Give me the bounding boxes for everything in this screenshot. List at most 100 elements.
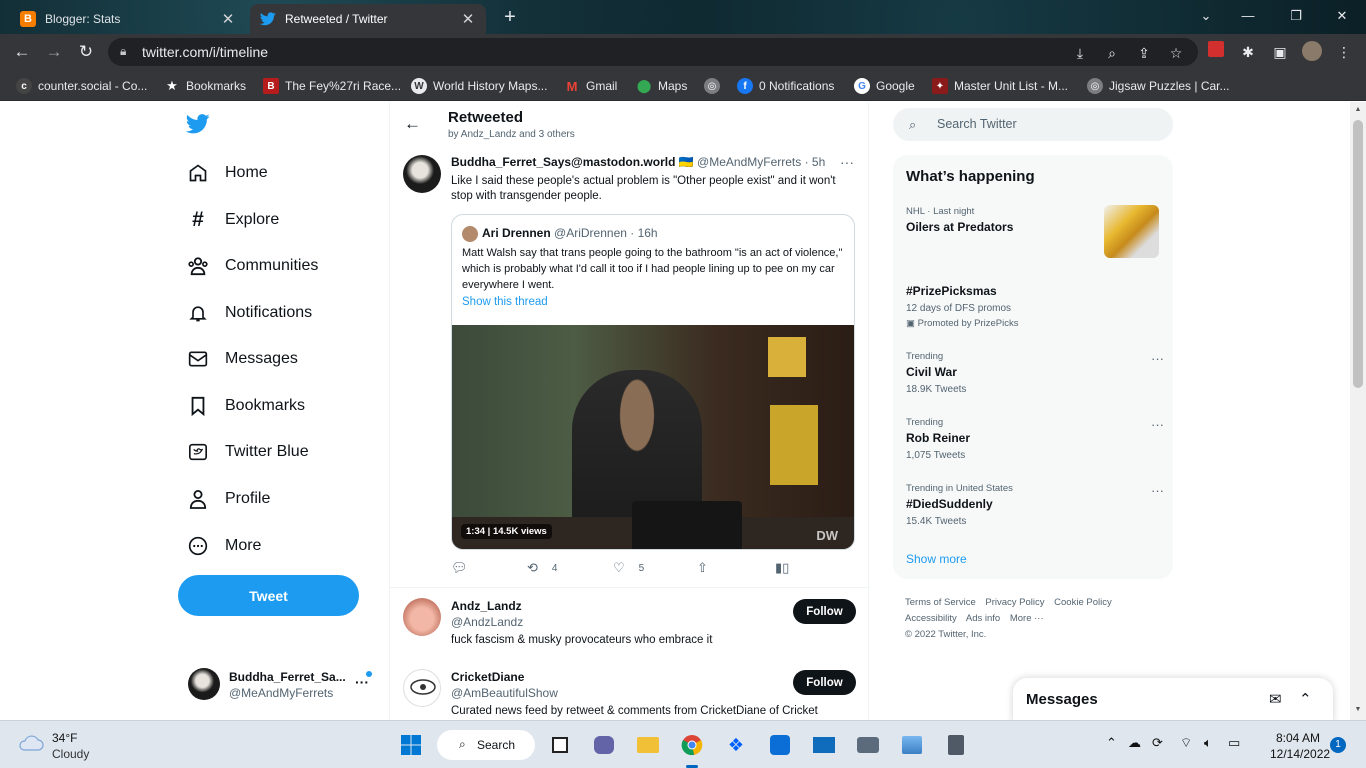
bookmark-master-unit-list[interactable]: ✦ Master Unit List - M... <box>932 76 1068 96</box>
tweet-author-avatar[interactable] <box>403 155 441 193</box>
onedrive-icon[interactable]: ☁ <box>1128 735 1141 751</box>
lock-icon[interactable]: 🔒︎ <box>120 44 126 59</box>
analytics-button[interactable]: ▮▯ <box>775 560 803 576</box>
sidebar-item-home[interactable]: Home <box>186 159 268 187</box>
bookmark-gmail[interactable]: M Gmail <box>564 76 618 96</box>
chrome-icon[interactable] <box>678 731 706 759</box>
tweet-button[interactable]: Tweet <box>178 575 359 616</box>
acrobat-extension-icon[interactable] <box>1206 41 1226 63</box>
tweet-more-icon[interactable]: ··· <box>840 154 854 170</box>
more-link[interactable]: More ··· <box>1010 613 1044 624</box>
back-icon[interactable]: ← <box>10 40 34 64</box>
tweet-author-name[interactable]: Buddha_Ferret_Says@mastodon.world 🇺🇦 <box>451 155 694 169</box>
terms-link[interactable]: Terms of Service <box>905 597 976 608</box>
messages-drawer[interactable]: Messages ✉ ⌃ <box>1013 678 1333 720</box>
camera-icon[interactable] <box>854 731 882 759</box>
signal-app-icon[interactable] <box>766 731 794 759</box>
reload-icon[interactable]: ↻ <box>74 40 98 64</box>
bookmark-google[interactable]: G Google <box>854 76 915 96</box>
tab-blogger-stats[interactable]: B Blogger: Stats ✕ <box>10 4 246 34</box>
extensions-puzzle-icon[interactable]: ✱ <box>1238 41 1258 63</box>
bookmark-notifications[interactable]: f0 Notifications <box>737 76 834 96</box>
bookmark-world-history-maps[interactable]: W World History Maps... <box>411 76 547 96</box>
show-thread-link[interactable]: Show this thread <box>462 296 548 308</box>
bookmark-feyri-race[interactable]: B The Fey%27ri Race... <box>263 76 401 96</box>
more-dots-icon[interactable]: ··· <box>1151 351 1164 366</box>
side-panel-icon[interactable]: ▣ <box>1270 41 1290 63</box>
sidebar-item-notifications[interactable]: Notifications <box>186 299 312 327</box>
sidebar-item-twitter-blue[interactable]: Twitter Blue <box>186 438 309 466</box>
bookmark-bookmarks[interactable]: ★ Bookmarks <box>164 76 246 96</box>
tray-chevron-icon[interactable]: ⌃ <box>1106 735 1117 751</box>
volume-icon[interactable]: 🔈︎ <box>1204 735 1212 751</box>
ads-info-link[interactable]: Ads info <box>966 613 1000 624</box>
twitter-logo-icon[interactable] <box>185 114 212 136</box>
scroll-up-icon[interactable]: ▲ <box>1353 106 1363 113</box>
bookmark-star-icon[interactable]: ☆ <box>1166 44 1186 62</box>
trend-item[interactable]: Trending Rob Reiner 1,075 Tweets ··· <box>906 417 1164 461</box>
install-icon[interactable]: ⤓ <box>1070 44 1090 62</box>
page-scrollbar[interactable]: ▲ ▼ <box>1350 102 1366 720</box>
calculator-icon[interactable] <box>942 731 970 759</box>
cloud-icon[interactable] <box>18 734 44 752</box>
sync-icon[interactable]: ⟳ <box>1152 735 1163 751</box>
scroll-down-icon[interactable]: ▼ <box>1353 706 1363 713</box>
follow-button[interactable]: Follow <box>793 670 856 695</box>
bookmark-globe[interactable]: ◎ <box>704 76 726 96</box>
close-window-icon[interactable]: ✕ <box>1322 4 1362 28</box>
retweet-button[interactable]: ⟲ 4 <box>527 560 557 576</box>
video-player[interactable]: 1:34 | 14.5K views DW <box>452 325 854 549</box>
new-tab-button[interactable]: + <box>498 6 522 30</box>
tab-retweeted-twitter[interactable]: Retweeted / Twitter ✕ <box>250 4 486 34</box>
privacy-link[interactable]: Privacy Policy <box>985 597 1044 608</box>
restore-icon[interactable]: ❐ <box>1276 4 1316 28</box>
like-button[interactable]: ♡ 5 <box>613 560 644 576</box>
bookmark-counter-social[interactable]: c counter.social - Co... <box>16 76 147 96</box>
user-name[interactable]: Andz_Landz <box>451 599 522 613</box>
bookmark-jigsaw-puzzles[interactable]: ◎ Jigsaw Puzzles | Car... <box>1087 76 1230 96</box>
minimize-icon[interactable]: — <box>1228 4 1268 28</box>
notification-badge[interactable]: 1 <box>1330 737 1346 753</box>
quoted-tweet[interactable]: Ari Drennen @AriDrennen · 16h Matt Walsh… <box>451 214 855 550</box>
avatar[interactable] <box>403 669 441 707</box>
sidebar-item-messages[interactable]: Messages <box>186 345 298 373</box>
scrollbar-thumb[interactable] <box>1353 120 1363 388</box>
task-view-icon[interactable] <box>546 731 574 759</box>
teams-chat-icon[interactable] <box>590 731 618 759</box>
windows-start-icon[interactable] <box>397 731 425 759</box>
bookmark-maps[interactable]: ⬤ Maps <box>636 76 688 96</box>
expand-chevron-icon[interactable]: ⌃ <box>1299 690 1312 708</box>
share-icon[interactable]: ⇪ <box>1134 44 1154 62</box>
file-explorer-icon[interactable] <box>634 731 662 759</box>
system-clock[interactable]: 8:04 AM 12/14/2022 <box>1270 730 1330 762</box>
photos-icon[interactable] <box>898 731 926 759</box>
account-switcher[interactable]: Buddha_Ferret_Sa... @MeAndMyFerrets ··· <box>188 668 378 704</box>
new-message-icon[interactable]: ✉ <box>1269 690 1282 708</box>
dropbox-icon[interactable]: ❖ <box>722 731 750 759</box>
reply-button[interactable]: 💬︎ <box>451 560 482 576</box>
list-item[interactable]: Andz_Landz @AndzLandz Follow fuck fascis… <box>390 598 870 662</box>
wifi-icon[interactable]: ⌔ <box>1180 735 1192 751</box>
user-name[interactable]: CricketDiane <box>451 670 524 684</box>
back-arrow-icon[interactable]: ← <box>404 114 421 134</box>
mail-icon[interactable] <box>810 731 838 759</box>
weather-temperature[interactable]: 34°F <box>52 731 77 745</box>
address-bar[interactable]: 🔒︎ twitter.com/i/timeline ⤓ ⌕ ⇪ ☆ <box>108 38 1198 66</box>
follow-button[interactable]: Follow <box>793 599 856 624</box>
forward-icon[interactable]: → <box>42 40 66 64</box>
chrome-menu-icon[interactable]: ⋮ <box>1334 41 1354 63</box>
sidebar-item-profile[interactable]: Profile <box>186 485 270 513</box>
taskbar-search[interactable]: ⌕ Search <box>437 730 535 760</box>
sidebar-item-bookmarks[interactable]: Bookmarks <box>186 392 305 420</box>
sidebar-item-explore[interactable]: # Explore <box>186 206 279 234</box>
list-item[interactable]: CricketDiane @AmBeautifulShow Follow Cur… <box>390 669 870 720</box>
cookie-link[interactable]: Cookie Policy <box>1054 597 1112 608</box>
show-more-link[interactable]: Show more <box>906 552 967 566</box>
battery-icon[interactable]: ▭ <box>1228 735 1240 751</box>
accessibility-link[interactable]: Accessibility <box>905 613 957 624</box>
close-icon[interactable]: ✕ <box>220 10 236 28</box>
avatar[interactable] <box>403 598 441 636</box>
trend-item[interactable]: #PrizePicksmas 12 days of DFS promos ▣ P… <box>906 281 1164 329</box>
share-button[interactable]: ⇧ <box>697 560 722 576</box>
sidebar-item-more[interactable]: More <box>186 532 261 560</box>
